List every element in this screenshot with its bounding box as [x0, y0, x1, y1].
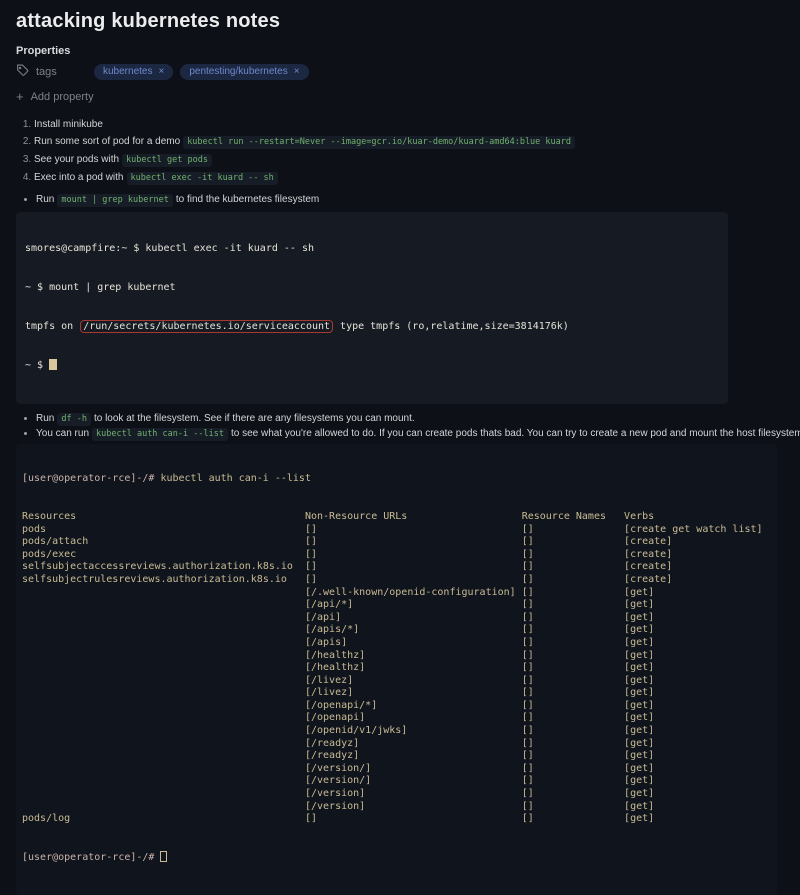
tag-pill-kubernetes[interactable]: kubernetes × — [94, 64, 173, 80]
terminal-text: type tmpfs (ro,relatime,size=3814176k) — [334, 321, 569, 332]
inline-code: mount | grep kubernet — [57, 194, 172, 207]
terminal-command: kubectl auth can-i --list — [160, 473, 311, 484]
terminal2-table: Resources Non-Resource URLs Resource Nam… — [22, 511, 771, 826]
terminal-prompt: [user@operator-rce]-/# — [22, 852, 154, 863]
tag-label: kubernetes — [103, 66, 152, 77]
tag-pill-pentesting-kubernetes[interactable]: pentesting/kubernetes × — [180, 64, 308, 80]
terminal-line: tmpfs on /run/secrets/kubernetes.io/serv… — [25, 320, 719, 333]
list-item[interactable]: Rundf -hto look at the filesystem. See i… — [36, 411, 784, 426]
bullet-text: to look at the filesystem. See if there … — [94, 413, 415, 424]
terminal-cursor — [160, 851, 167, 862]
terminal-auth-can-i-list: [user@operator-rce]-/# kubectl auth can-i… — [16, 444, 777, 895]
properties-heading: Properties — [16, 45, 784, 57]
bullet-text: Run — [36, 194, 54, 205]
bullet-text: You can run — [36, 428, 89, 439]
add-property-button[interactable]: + Add property — [16, 91, 784, 103]
step-text: Run some sort of pod for a demo — [34, 136, 180, 147]
step-text: Install minikube — [34, 119, 103, 130]
notes-list-bottom: Rundf -hto look at the filesystem. See i… — [16, 411, 784, 441]
terminal-screenshot-mount: smores@campfire:~ $ kubectl exec -it kua… — [16, 212, 728, 404]
property-row-tags: tags kubernetes × pentesting/kubernetes … — [16, 64, 784, 80]
terminal-line: smores@campfire:~ $ kubectl exec -it kua… — [25, 242, 719, 255]
terminal-cursor — [49, 359, 57, 370]
terminal-prompt: [user@operator-rce]-/# — [22, 473, 154, 484]
list-item[interactable]: See your pods withkubectl get pods — [34, 153, 784, 167]
step-text: Exec into a pod with — [34, 172, 124, 183]
page-title[interactable]: attacking kubernetes notes — [16, 10, 784, 33]
setup-steps-list: Install minikube Run some sort of pod fo… — [16, 118, 784, 185]
terminal-line: [user@operator-rce]-/# kubectl auth can-i… — [22, 473, 771, 486]
bullet-text: Run — [36, 413, 54, 424]
note-page: attacking kubernetes notes Properties ta… — [0, 0, 800, 895]
tags-icon — [16, 64, 29, 80]
list-item[interactable]: Exec into a pod withkubectl exec -it kua… — [34, 171, 784, 185]
list-item[interactable]: Runmount | grep kubernet to find the kube… — [36, 192, 784, 207]
list-item[interactable]: Run some sort of pod for a demokubectl r… — [34, 135, 784, 149]
inline-code: kubectl get pods — [122, 154, 212, 167]
red-annotation-box: /run/secrets/kubernetes.io/serviceaccoun… — [80, 320, 333, 333]
terminal-text: tmpfs on — [25, 321, 79, 332]
tags-pill-list: kubernetes × pentesting/kubernetes × — [94, 64, 309, 80]
bullet-text: to find the kubernetes filesystem — [176, 194, 319, 205]
list-item[interactable]: Install minikube — [34, 118, 784, 131]
terminal-line: ~ $ — [25, 359, 719, 372]
terminal-line: [user@operator-rce]-/# — [22, 851, 771, 865]
tag-remove-icon[interactable]: × — [294, 66, 300, 77]
tag-label: pentesting/kubernetes — [189, 66, 287, 77]
tag-remove-icon[interactable]: × — [158, 66, 164, 77]
step-text: See your pods with — [34, 154, 119, 165]
notes-list-top: Runmount | grep kubernet to find the kube… — [16, 192, 784, 207]
bullet-text: to see what you're allowed to do. If you… — [231, 428, 800, 439]
terminal-line: ~ $ mount | grep kubernet — [25, 281, 719, 294]
terminal-prompt: ~ $ — [25, 360, 49, 371]
inline-code: df -h — [57, 413, 91, 426]
add-property-label: Add property — [31, 91, 94, 103]
plus-icon: + — [16, 92, 24, 102]
tags-property-key[interactable]: tags — [16, 64, 94, 80]
inline-code: kubectl exec -it kuard -- sh — [127, 172, 278, 185]
tags-property-label: tags — [36, 66, 57, 78]
inline-code: kubectl run --restart=Never --image=gcr.… — [183, 136, 575, 149]
inline-code: kubectl auth can-i --list — [92, 428, 228, 441]
list-item[interactable]: You can runkubectl auth can-i --listto s… — [36, 426, 784, 441]
